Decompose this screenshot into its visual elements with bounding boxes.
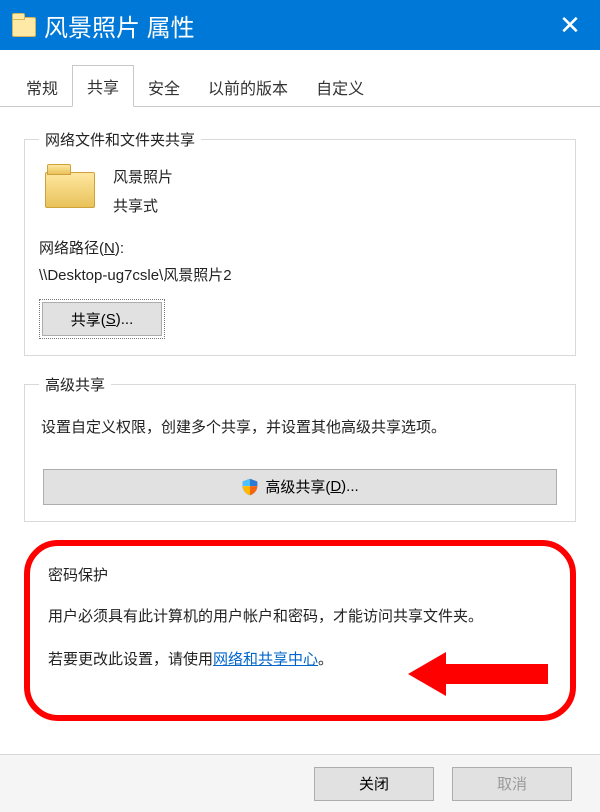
network-path-label: 网络路径(N): <box>39 237 561 258</box>
share-folder-name: 风景照片 <box>113 164 173 193</box>
tab-general[interactable]: 常规 <box>12 67 72 107</box>
share-button[interactable]: 共享(S)... <box>42 302 162 336</box>
group-password-protection-highlight: 密码保护 用户必须具有此计算机的用户帐户和密码，才能访问共享文件夹。 若要更改此… <box>24 540 576 721</box>
tab-strip: 常规 共享 安全 以前的版本 自定义 <box>0 50 600 107</box>
cancel-button[interactable]: 取消 <box>452 767 572 801</box>
group-advanced-share: 高级共享 设置自定义权限，创建多个共享，并设置其他高级共享选项。 高级共享(D)… <box>24 374 576 522</box>
title-bar: 风景照片 属性 ✕ <box>0 0 600 50</box>
password-protection-line1: 用户必须具有此计算机的用户帐户和密码，才能访问共享文件夹。 <box>48 603 552 630</box>
window-title: 风景照片 属性 <box>44 8 195 43</box>
tab-customize[interactable]: 自定义 <box>302 67 378 107</box>
group-network-share: 网络文件和文件夹共享 风景照片 共享式 网络路径(N): \\Desktop-u… <box>24 129 576 356</box>
advanced-share-button[interactable]: 高级共享(D)... <box>43 469 557 505</box>
uac-shield-icon <box>241 478 259 496</box>
folder-icon <box>12 14 34 36</box>
password-protection-line2: 若要更改此设置，请使用网络和共享中心。 <box>48 646 552 673</box>
tab-sharing[interactable]: 共享 <box>72 65 134 107</box>
advanced-share-description: 设置自定义权限，创建多个共享，并设置其他高级共享选项。 <box>41 415 559 441</box>
network-path-value: \\Desktop-ug7csle\风景照片2 <box>39 264 561 285</box>
network-and-sharing-center-link[interactable]: 网络和共享中心 <box>213 651 318 668</box>
folder-large-icon <box>45 164 93 206</box>
share-folder-status: 共享式 <box>113 193 173 222</box>
tab-content-sharing: 网络文件和文件夹共享 风景照片 共享式 网络路径(N): \\Desktop-u… <box>0 107 600 737</box>
dialog-footer: 关闭 取消 <box>0 754 600 812</box>
tab-security[interactable]: 安全 <box>134 67 194 107</box>
group-advanced-share-legend: 高级共享 <box>39 374 111 395</box>
group-password-protection-legend: 密码保护 <box>48 564 552 585</box>
tab-previous-versions[interactable]: 以前的版本 <box>194 67 302 107</box>
close-button[interactable]: 关闭 <box>314 767 434 801</box>
close-window-button[interactable]: ✕ <box>546 0 594 50</box>
group-network-share-legend: 网络文件和文件夹共享 <box>39 129 201 150</box>
